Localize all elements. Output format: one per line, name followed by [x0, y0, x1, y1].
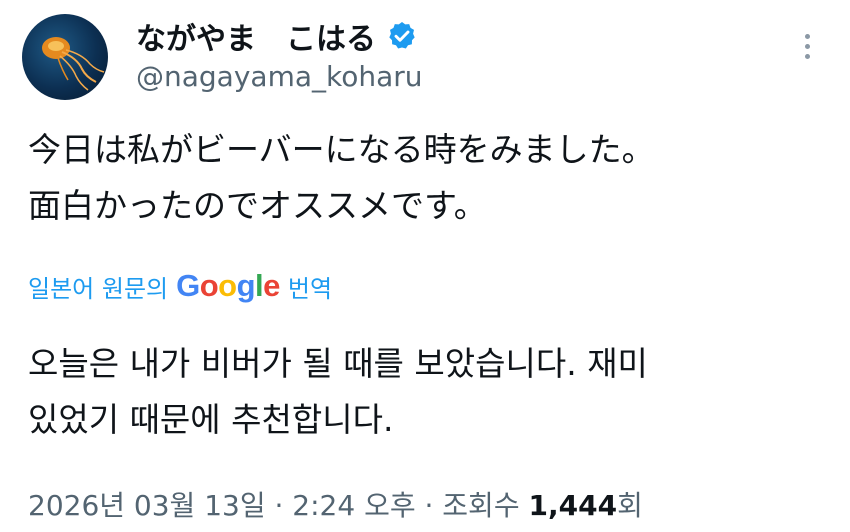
more-options-icon[interactable]	[798, 34, 816, 66]
view-count-suffix: 회	[617, 489, 643, 522]
tweet-line: 今日は私がビーバーになる時をみました。	[28, 130, 655, 169]
dot	[804, 34, 810, 39]
translation-suffix: 번역	[287, 274, 333, 303]
google-logo: Google	[176, 268, 280, 303]
translation-prefix: 일본어 원문의	[28, 274, 169, 303]
author-handle[interactable]: @nagayama_koharu	[136, 60, 423, 93]
tweet-datetime[interactable]: 2026년 03월 13일 · 2:24 오후 · 조회수	[28, 489, 528, 522]
tweet-meta: 2026년 03월 13일 · 2:24 오후 · 조회수 1,444회	[28, 484, 643, 524]
display-name-text: ながやま こはる	[136, 22, 376, 57]
author-display-name[interactable]: ながやま こはる	[136, 14, 418, 58]
translated-line: 오늘은 내가 비버가 될 때를 보았습니다. 재미	[28, 344, 648, 383]
tweet-text: 今日は私がビーバーになる時をみました。 面白かったのでオススメです。	[28, 122, 828, 234]
dot	[804, 44, 810, 49]
avatar[interactable]	[22, 14, 108, 100]
jellyfish-icon	[42, 37, 105, 91]
translated-text: 오늘은 내가 비버가 될 때를 보았습니다. 재미 있었기 때문에 추천합니다.	[28, 336, 828, 448]
view-count: 1,444	[528, 489, 618, 522]
verified-badge-icon[interactable]	[386, 20, 418, 52]
dot	[804, 54, 810, 59]
translated-line: 있었기 때문에 추천합니다.	[28, 400, 394, 439]
translation-attribution[interactable]: 일본어 원문의 Google 번역	[28, 268, 332, 304]
tweet-line: 面白かったのでオススメです。	[28, 186, 487, 225]
